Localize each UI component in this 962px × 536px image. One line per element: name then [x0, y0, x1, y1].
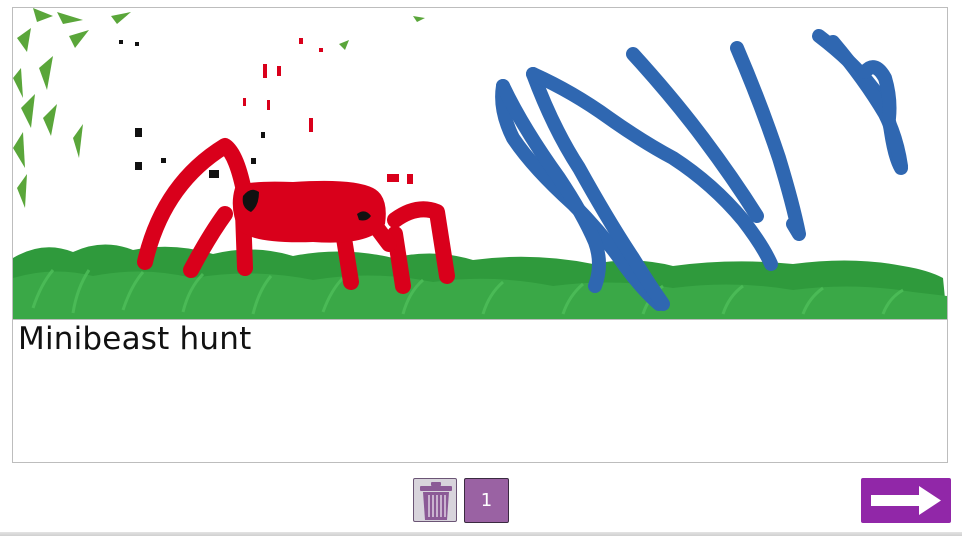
footer-bar — [0, 532, 962, 536]
story-editor: Minibeast hunt 1 — [0, 0, 962, 536]
black-speckles — [119, 40, 265, 178]
drawing-canvas[interactable] — [13, 8, 947, 319]
delete-page-button[interactable] — [413, 478, 457, 522]
trash-icon — [420, 482, 452, 520]
next-page-button[interactable] — [861, 478, 951, 523]
story-caption[interactable]: Minibeast hunt — [18, 321, 251, 357]
caption-divider — [13, 319, 947, 320]
story-page-card: Minibeast hunt — [12, 7, 948, 463]
page-number-button[interactable]: 1 — [464, 478, 509, 523]
red-speckles — [243, 38, 413, 184]
arrow-right-icon — [871, 486, 941, 515]
